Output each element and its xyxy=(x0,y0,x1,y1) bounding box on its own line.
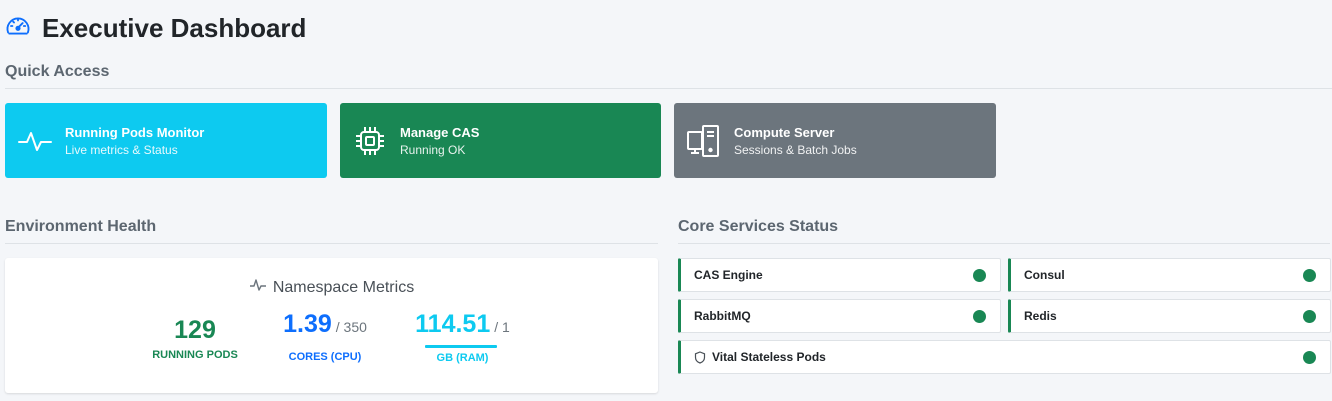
cpu-icon xyxy=(340,124,400,158)
service-card-vital-stateless-pods[interactable]: Vital Stateless Pods xyxy=(678,340,1331,374)
running-pods-monitor-tile[interactable]: Running Pods Monitor Live metrics & Stat… xyxy=(5,103,327,178)
status-dot xyxy=(1303,269,1316,282)
service-card-redis[interactable]: Redis xyxy=(1008,299,1331,333)
status-dot xyxy=(1303,351,1316,364)
activity-icon xyxy=(5,129,65,153)
tile-subtitle: Live metrics & Status xyxy=(65,142,178,157)
status-dot xyxy=(1303,310,1316,323)
service-name: Consul xyxy=(1024,268,1065,282)
tile-subtitle: Sessions & Batch Jobs xyxy=(734,142,857,157)
running-pods-metric: 129 RUNNING PODS xyxy=(135,316,255,361)
running-pods-label: RUNNING PODS xyxy=(152,349,238,361)
cores-label: CORES (CPU) xyxy=(288,351,362,363)
service-name: Redis xyxy=(1024,309,1057,323)
cores-cpu-metric: 1.39/ 350 CORES (CPU) xyxy=(260,310,390,363)
status-dot xyxy=(973,310,986,323)
cores-limit: / 350 xyxy=(335,319,367,335)
status-dot xyxy=(973,269,986,282)
metrics-title-text: Namespace Metrics xyxy=(272,278,415,296)
service-card-rabbitmq[interactable]: RabbitMQ xyxy=(678,299,1001,333)
ram-limit: / 1 xyxy=(494,319,510,335)
quick-access-heading: Quick Access xyxy=(5,63,1332,89)
ram-underline xyxy=(425,345,497,348)
core-services-heading: Core Services Status xyxy=(678,218,1330,244)
running-pods-value: 129 xyxy=(174,316,216,344)
service-name: RabbitMQ xyxy=(694,309,751,323)
ram-value: 114.51 xyxy=(415,310,491,338)
service-card-cas-engine[interactable]: CAS Engine xyxy=(678,258,1001,292)
cores-value: 1.39 xyxy=(283,310,332,338)
activity-icon xyxy=(249,278,267,297)
gb-ram-metric: 114.51/ 1 GB (RAM) xyxy=(400,310,525,364)
namespace-metrics-card: Namespace Metrics 129 RUNNING PODS 1.39/… xyxy=(5,258,658,393)
tile-title: Compute Server xyxy=(734,124,835,140)
server-icon xyxy=(674,123,734,159)
tile-title: Manage CAS xyxy=(400,124,480,140)
ram-label: GB (RAM) xyxy=(436,352,489,364)
page-title-text: Executive Dashboard xyxy=(42,12,307,43)
compute-server-tile[interactable]: Compute Server Sessions & Batch Jobs xyxy=(674,103,996,178)
page-title: Executive Dashboard xyxy=(4,10,306,46)
tile-subtitle: Running OK xyxy=(400,142,466,157)
service-name: CAS Engine xyxy=(694,268,763,282)
service-card-consul[interactable]: Consul xyxy=(1008,258,1331,292)
tile-title: Running Pods Monitor xyxy=(65,124,205,140)
environment-health-heading: Environment Health xyxy=(5,218,658,244)
shield-icon xyxy=(694,350,706,364)
service-name: Vital Stateless Pods xyxy=(712,350,826,364)
speedometer-icon xyxy=(4,12,32,45)
manage-cas-tile[interactable]: Manage CAS Running OK xyxy=(340,103,661,178)
namespace-metrics-title: Namespace Metrics xyxy=(5,278,658,297)
